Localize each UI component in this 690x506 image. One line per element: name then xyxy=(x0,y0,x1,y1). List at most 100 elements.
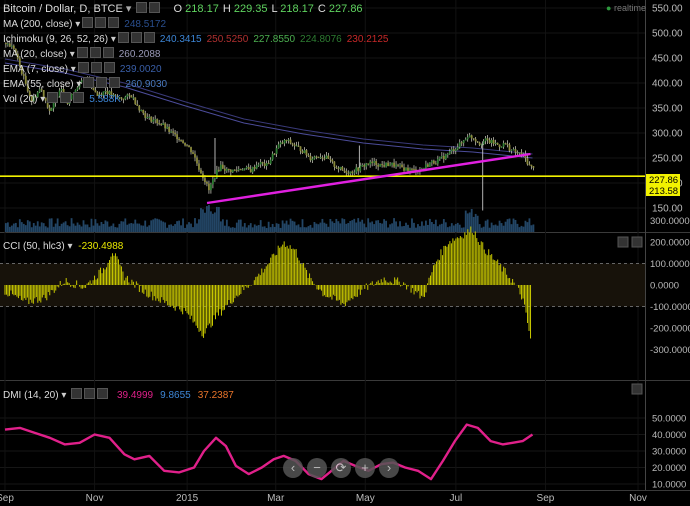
candle-body xyxy=(329,158,332,160)
volume-bar xyxy=(140,225,143,232)
chart-navigation: ‹ − ⟳ + › xyxy=(283,458,399,478)
chevron-down-icon[interactable]: ▾ xyxy=(37,94,45,105)
candle-body xyxy=(313,156,316,159)
candle-body xyxy=(150,116,153,122)
indicator-label[interactable]: Ichimoku (9, 26, 52, 26) xyxy=(3,34,108,45)
chevron-down-icon[interactable]: ▾ xyxy=(68,64,76,75)
settings-icon[interactable] xyxy=(84,388,96,399)
close-icon[interactable] xyxy=(143,32,155,43)
candle-body xyxy=(297,145,300,147)
volume-bar xyxy=(219,221,222,232)
settings-icon[interactable] xyxy=(96,77,108,88)
candle-body xyxy=(395,164,397,167)
indicator-label[interactable]: EMA (7, close) xyxy=(3,64,68,75)
candle-body xyxy=(397,164,399,166)
close-icon[interactable] xyxy=(149,2,161,13)
settings-icon[interactable] xyxy=(90,62,102,73)
dmi-tick-label: 40.0000 xyxy=(652,430,686,441)
dmi-tick-label: 30.0000 xyxy=(652,447,686,458)
scroll-left-button[interactable]: ‹ xyxy=(283,458,303,478)
candle-body xyxy=(504,143,507,145)
reset-button[interactable]: ⟳ xyxy=(331,458,351,478)
volume-bar xyxy=(283,223,286,232)
volume-bar xyxy=(413,222,415,232)
indicator-label[interactable]: Vol (20) xyxy=(3,94,37,105)
volume-bar xyxy=(339,223,342,232)
chevron-down-icon[interactable]: ▾ xyxy=(61,390,66,401)
close-icon[interactable] xyxy=(73,92,85,103)
candle-body xyxy=(188,145,190,148)
cci-label[interactable]: CCI (50, hlc3) xyxy=(3,241,65,252)
volume-bar xyxy=(472,216,475,232)
volume-bar xyxy=(351,220,354,232)
candle-body xyxy=(204,178,206,183)
indicator-label[interactable]: EMA (55, close) xyxy=(3,79,74,90)
chart-title[interactable]: Bitcoin / Dollar, D, BTCE xyxy=(3,3,123,15)
volume-bar xyxy=(237,219,240,232)
candle-body xyxy=(172,131,174,133)
candle-body xyxy=(253,166,256,169)
volume-bar xyxy=(94,219,97,232)
volume-bar xyxy=(496,225,499,232)
visibility-icon[interactable] xyxy=(82,17,94,28)
candle-body xyxy=(249,169,252,173)
chevron-down-icon[interactable]: ▾ xyxy=(67,241,72,252)
chevron-down-icon[interactable]: ▾ xyxy=(108,34,116,45)
scroll-right-button[interactable]: › xyxy=(379,458,399,478)
candle-body xyxy=(518,152,521,154)
zoom-out-button[interactable]: − xyxy=(307,458,327,478)
close-icon[interactable] xyxy=(97,388,109,399)
visibility-icon[interactable] xyxy=(83,77,95,88)
volume-bar xyxy=(212,213,214,232)
candle-body xyxy=(186,145,188,147)
visibility-icon[interactable] xyxy=(77,62,89,73)
volume-bar xyxy=(480,227,483,232)
volume-bar xyxy=(474,213,477,232)
close-icon[interactable] xyxy=(103,62,115,73)
volume-bar xyxy=(166,227,169,232)
chevron-down-icon[interactable]: ▾ xyxy=(67,49,75,60)
volume-bar xyxy=(56,218,59,232)
candle-body xyxy=(321,157,324,159)
indicator-row: EMA (7, close) ▾ 239.0020 xyxy=(3,62,388,77)
visibility-icon[interactable] xyxy=(76,47,88,58)
visibility-icon[interactable] xyxy=(47,92,59,103)
volume-bar xyxy=(371,221,374,232)
indicator-row: EMA (55, close) ▾ 260.9030 xyxy=(3,77,388,92)
volume-bar xyxy=(6,222,9,232)
candle-body xyxy=(168,126,171,132)
visibility-icon[interactable] xyxy=(71,388,83,399)
settings-icon[interactable] xyxy=(60,92,72,103)
volume-bar xyxy=(415,227,417,232)
volume-bar xyxy=(379,222,382,232)
settings-icon[interactable] xyxy=(89,47,101,58)
candle-body xyxy=(303,150,306,153)
indicator-label[interactable]: MA (20, close) xyxy=(3,49,67,60)
chevron-down-icon[interactable]: ▾ xyxy=(72,19,80,30)
chart-header: Bitcoin / Dollar, D, BTCE ▾ O 218.17 H 22… xyxy=(3,2,367,15)
close-icon[interactable] xyxy=(102,47,114,58)
settings-icon[interactable] xyxy=(136,2,148,13)
settings-icon[interactable] xyxy=(130,32,142,43)
volume-bar xyxy=(227,226,230,232)
candle-body xyxy=(411,168,413,170)
indicator-label[interactable]: MA (200, close) xyxy=(3,19,72,30)
chevron-down-icon[interactable]: ▾ xyxy=(126,3,132,15)
visibility-icon[interactable] xyxy=(117,32,129,43)
close-icon[interactable] xyxy=(108,17,120,28)
cci-tick-label: 200.0000 xyxy=(650,238,690,249)
zoom-in-button[interactable]: + xyxy=(355,458,375,478)
pane-control-button xyxy=(617,236,629,248)
dmi-tick-label: 10.0000 xyxy=(652,480,686,491)
close-icon[interactable] xyxy=(109,77,121,88)
dmi-label[interactable]: DMI (14, 20) xyxy=(3,390,59,401)
ohlc-label-h: H xyxy=(222,3,234,15)
volume-bar xyxy=(516,223,519,232)
chevron-down-icon[interactable]: ▾ xyxy=(74,79,81,90)
candle-body xyxy=(176,134,178,140)
candle-body xyxy=(343,170,346,172)
candle-body xyxy=(214,177,216,180)
volume-bar xyxy=(359,221,362,232)
volume-bar xyxy=(482,226,485,232)
settings-icon[interactable] xyxy=(95,17,107,28)
